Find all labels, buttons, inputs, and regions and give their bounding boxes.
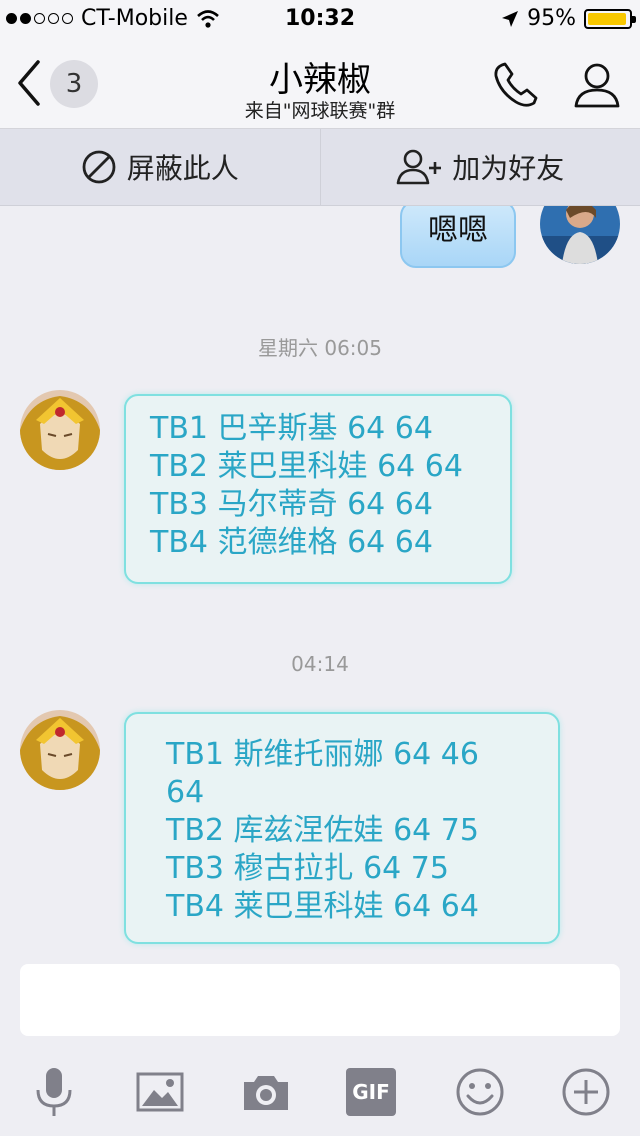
timestamp: 04:14 <box>291 652 349 676</box>
microphone-icon[interactable] <box>26 1064 82 1120</box>
sender-avatar[interactable] <box>20 710 100 790</box>
sender-avatar[interactable] <box>20 390 100 470</box>
add-friend-icon <box>396 149 442 185</box>
message-bubble-outgoing[interactable]: 嗯嗯 <box>400 206 516 268</box>
status-right: 95% <box>501 6 636 31</box>
message-line: TB3 穆古拉扎 64 75 <box>166 851 449 886</box>
plus-icon[interactable] <box>558 1064 614 1120</box>
nav-bar: 3 小辣椒 来自"网球联赛"群 <box>0 40 640 129</box>
self-avatar[interactable] <box>540 206 620 264</box>
timestamp: 星期六 06:05 <box>258 336 382 360</box>
location-icon <box>502 10 519 27</box>
emoji-icon[interactable] <box>452 1064 508 1120</box>
image-icon[interactable] <box>132 1064 188 1120</box>
status-bar: CT-Mobile 10:32 95% <box>0 0 640 40</box>
message-input[interactable] <box>20 964 620 1036</box>
add-friend-label: 加为好友 <box>452 152 565 185</box>
camera-icon[interactable] <box>238 1064 294 1120</box>
message-line: TB3 马尔蒂奇 64 64 <box>150 487 433 522</box>
message-line: TB2 莱巴里科娃 64 64 <box>150 449 463 484</box>
block-user-button[interactable]: 屏蔽此人 <box>0 129 320 205</box>
message-bubble-incoming[interactable]: TB1 斯维托丽娜 64 46 64 TB2 库兹涅佐娃 64 75 TB3 穆古拉扎… <box>124 712 560 944</box>
message-line: TB1 巴辛斯基 64 64 <box>150 411 433 446</box>
battery-fill <box>588 12 626 25</box>
profile-icon[interactable] <box>570 58 624 112</box>
phone-icon[interactable] <box>490 60 546 110</box>
gif-icon[interactable]: GIF <box>346 1068 396 1116</box>
message-bubble-incoming[interactable]: TB1 巴辛斯基 64 64 TB2 莱巴里科娃 64 64 TB3 马尔蒂奇 64… <box>124 394 512 584</box>
message-line: 64 <box>166 775 205 810</box>
add-friend-button[interactable]: 加为好友 <box>319 129 640 205</box>
message-line: TB4 范德维格 64 64 <box>150 525 433 560</box>
battery-percent: 95% <box>527 6 576 31</box>
message-line: TB2 库兹涅佐娃 64 75 <box>166 813 479 848</box>
block-icon <box>82 150 116 184</box>
block-user-label: 屏蔽此人 <box>126 152 239 185</box>
message-line: TB1 斯维托丽娜 64 46 <box>166 737 479 772</box>
message-line: TB4 莱巴里科娃 64 64 <box>166 889 479 924</box>
chat-area[interactable]: 嗯嗯 星期六 06:05 TB1 巴辛斯基 64 64 TB2 莱巴里科娃 64 … <box>0 206 640 956</box>
action-bar: 屏蔽此人 加为好友 <box>0 129 640 206</box>
bottom-toolbar: GIF <box>0 1046 640 1136</box>
battery-icon <box>584 8 636 29</box>
